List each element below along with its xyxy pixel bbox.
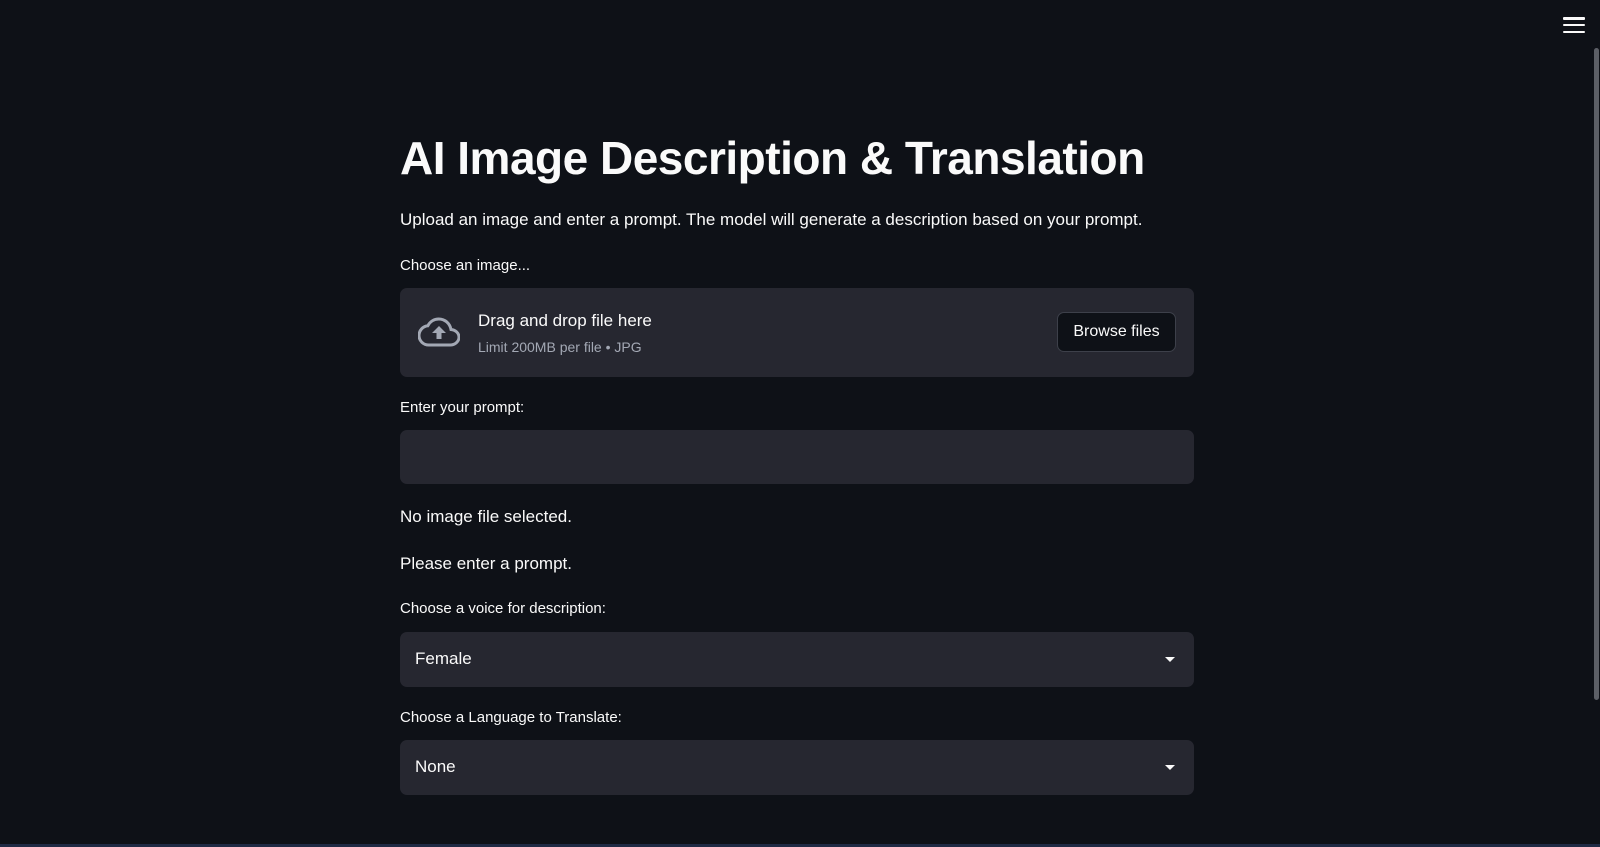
hamburger-menu-icon: [1563, 17, 1585, 20]
chevron-down-icon: [1165, 657, 1175, 662]
prompt-label: Enter your prompt:: [400, 399, 525, 416]
scrollbar[interactable]: [1594, 48, 1599, 700]
dropzone-title: Drag and drop file here: [478, 311, 652, 330]
chevron-down-icon: [1165, 765, 1175, 770]
hamburger-line: [1563, 30, 1585, 33]
no-image-message: No image file selected.: [400, 507, 572, 526]
language-select-value: None: [415, 757, 456, 776]
file-dropzone[interactable]: Drag and drop file here Limit 200MB per …: [400, 288, 1194, 377]
page-title: AI Image Description & Translation: [400, 132, 1145, 184]
intro-text: Upload an image and enter a prompt. The …: [400, 210, 1143, 229]
language-select-label: Choose a Language to Translate:: [400, 709, 622, 726]
cloud-upload-icon: [418, 317, 460, 347]
prompt-input[interactable]: [400, 430, 1194, 484]
browse-files-button[interactable]: Browse files: [1057, 312, 1176, 352]
voice-select-label: Choose a voice for description:: [400, 600, 606, 617]
enter-prompt-message: Please enter a prompt.: [400, 554, 572, 573]
language-select[interactable]: None: [400, 740, 1194, 795]
main-menu-button[interactable]: [1563, 15, 1585, 35]
voice-select-value: Female: [415, 649, 472, 668]
image-uploader-label: Choose an image...: [400, 257, 531, 274]
hamburger-line: [1563, 23, 1585, 27]
voice-select[interactable]: Female: [400, 632, 1194, 687]
file-limit-text: Limit 200MB per file • JPG: [478, 339, 642, 355]
